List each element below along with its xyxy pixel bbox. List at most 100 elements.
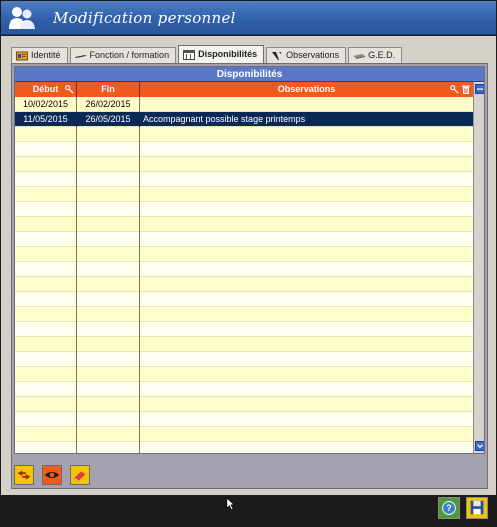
table-row[interactable] [15,262,473,277]
sort-key-icon[interactable] [450,85,459,94]
tab-fonction-formation[interactable]: Fonction / formation [69,47,177,63]
cell-fin [77,127,140,142]
cell-observations [140,157,473,172]
table-row[interactable] [15,442,473,453]
swap-icon [17,470,31,480]
cell-observations [140,202,473,217]
table-header: Début Fin Observations [15,82,473,97]
help-icon: ? [442,501,456,515]
cell-fin [77,442,140,453]
table-row[interactable] [15,172,473,187]
cell-fin [77,412,140,427]
table-row[interactable] [15,127,473,142]
save-button[interactable] [466,497,488,519]
cell-debut [15,142,77,157]
table-row[interactable] [15,202,473,217]
table-row[interactable] [15,367,473,382]
table-body: 10/02/2015 26/02/2015 11/05/2015 26/05/2015… [15,97,473,453]
cell-debut [15,352,77,367]
cell-observations [140,442,473,453]
cell-debut [15,172,77,187]
tab-label: Fonction / formation [89,50,170,60]
table-row[interactable] [15,427,473,442]
sort-key-icon[interactable] [65,85,74,94]
cell-observations [140,217,473,232]
table-row[interactable]: 10/02/2015 26/02/2015 [15,97,473,112]
vertical-scrollbar[interactable] [473,82,484,453]
table-row[interactable] [15,322,473,337]
table-row[interactable] [15,382,473,397]
table-row[interactable] [15,292,473,307]
cell-debut: 11/05/2015 [15,112,77,127]
cell-observations [140,307,473,322]
cell-observations [140,337,473,352]
column-header-observations[interactable]: Observations [140,82,473,97]
cell-debut [15,292,77,307]
cell-debut [15,412,77,427]
cell-fin [77,427,140,442]
cell-observations [140,262,473,277]
cell-fin [77,172,140,187]
tab-disponibilites[interactable]: Disponibilités [178,45,265,63]
trash-icon[interactable] [461,84,471,94]
table-row[interactable]: 11/05/2015 26/05/2015 Accompagnant possibl… [15,112,473,127]
cell-fin [77,337,140,352]
tab-label: Observations [286,50,340,60]
cell-observations [140,427,473,442]
cell-fin [77,382,140,397]
swap-button[interactable] [14,465,34,485]
tab-label: G.E.D. [368,50,396,60]
cell-observations [140,142,473,157]
scroll-down-button[interactable] [475,441,484,451]
svg-text:?: ? [446,503,452,513]
tab-identite[interactable]: Identité [11,47,68,63]
cell-debut [15,277,77,292]
cell-fin [77,247,140,262]
window-title: Modification personnel [53,9,236,27]
view-button[interactable] [42,465,62,485]
tab-observations[interactable]: Observations [266,47,347,63]
eye-icon [44,471,60,479]
id-card-icon [16,51,28,60]
table-row[interactable] [15,157,473,172]
table-row[interactable] [15,397,473,412]
cell-observations [140,172,473,187]
cell-fin [77,397,140,412]
save-icon [470,500,484,515]
chevron-down-icon [477,444,483,449]
column-header-debut[interactable]: Début [15,82,77,97]
cell-debut [15,187,77,202]
cell-fin: 26/05/2015 [77,112,140,127]
help-button[interactable]: ? [438,497,460,519]
cell-debut [15,127,77,142]
table-row[interactable] [15,412,473,427]
table-title: Disponibilités [15,67,484,82]
table-row[interactable] [15,247,473,262]
cell-fin [77,217,140,232]
column-header-fin[interactable]: Fin [77,82,140,97]
table-row[interactable] [15,187,473,202]
erase-button[interactable] [70,465,90,485]
table-row[interactable] [15,337,473,352]
tab-panel: Disponibilités Début Fin Observations 10… [11,63,488,489]
cell-observations [140,97,473,112]
cell-fin [77,202,140,217]
scroll-up-button[interactable] [475,84,484,94]
availability-table: Disponibilités Début Fin Observations 10… [14,66,485,454]
cell-fin [77,367,140,382]
table-row[interactable] [15,277,473,292]
table-row[interactable] [15,217,473,232]
cell-fin [77,322,140,337]
cell-observations [140,397,473,412]
column-label: Fin [101,84,115,94]
table-row[interactable] [15,352,473,367]
table-row[interactable] [15,232,473,247]
cell-debut [15,442,77,453]
cell-observations: Accompagnant possible stage printemps [143,114,306,124]
mouse-cursor-icon [226,497,236,511]
dialog-body: Identité Fonction / formation Disponibil… [1,36,496,495]
cell-debut [15,307,77,322]
table-row[interactable] [15,307,473,322]
tab-ged[interactable]: G.E.D. [348,47,403,63]
table-row[interactable] [15,142,473,157]
